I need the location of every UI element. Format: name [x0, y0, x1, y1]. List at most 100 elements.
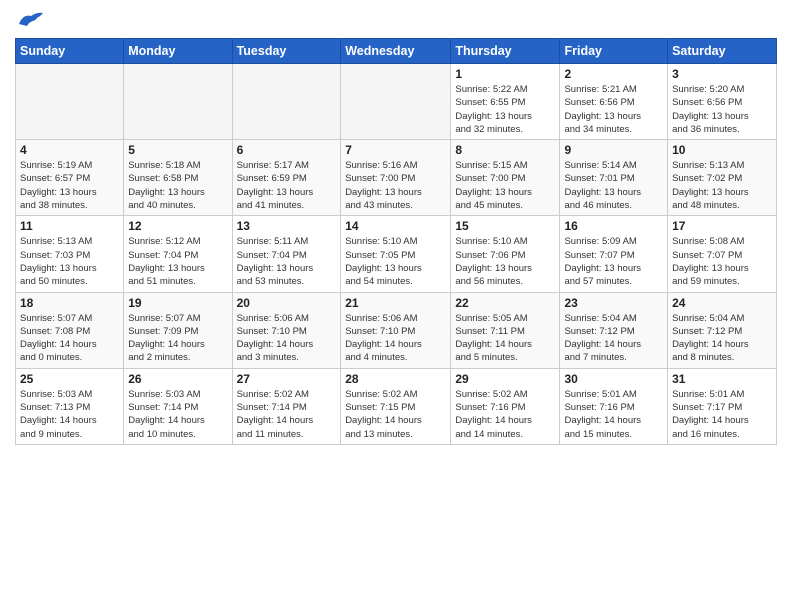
calendar-cell: [124, 64, 232, 140]
calendar-cell: 1 Sunrise: 5:22 AM Sunset: 6:55 PM Daylig…: [451, 64, 560, 140]
calendar-cell: 13 Sunrise: 5:11 AM Sunset: 7:04 PM Dayli…: [232, 216, 341, 292]
day-info: Sunrise: 5:02 AM Sunset: 7:16 PM Dayligh…: [455, 388, 555, 441]
calendar-cell: 16Sunrise: 5:09 AM Sunset: 7:07 PM Dayli…: [560, 216, 668, 292]
calendar-table: SundayMondayTuesdayWednesdayThursdayFrid…: [15, 38, 777, 445]
day-number: 13: [237, 219, 337, 233]
calendar-cell: 29 Sunrise: 5:02 AM Sunset: 7:16 PM Dayli…: [451, 368, 560, 444]
calendar-cell: 24 Sunrise: 5:04 AM Sunset: 7:12 PM Dayli…: [668, 292, 777, 368]
day-number: 19: [128, 296, 227, 310]
day-info: Sunrise: 5:12 AM Sunset: 7:04 PM Dayligh…: [128, 235, 227, 288]
day-number: 11: [20, 219, 119, 233]
day-number: 2: [564, 67, 663, 81]
day-info: Sunrise: 5:05 AM Sunset: 7:11 PM Dayligh…: [455, 312, 555, 365]
day-number: 18: [20, 296, 119, 310]
day-number: 30: [564, 372, 663, 386]
day-number: 23: [564, 296, 663, 310]
calendar-week-row: 25 Sunrise: 5:03 AM Sunset: 7:13 PM Dayli…: [16, 368, 777, 444]
column-header-friday: Friday: [560, 39, 668, 64]
day-info: Sunrise: 5:08 AM Sunset: 7:07 PM Dayligh…: [672, 235, 772, 288]
day-info: Sunrise: 5:01 AM Sunset: 7:17 PM Dayligh…: [672, 388, 772, 441]
day-info: Sunrise: 5:02 AM Sunset: 7:15 PM Dayligh…: [345, 388, 446, 441]
calendar-cell: 14 Sunrise: 5:10 AM Sunset: 7:05 PM Dayli…: [341, 216, 451, 292]
calendar-cell: 5 Sunrise: 5:18 AM Sunset: 6:58 PM Daylig…: [124, 140, 232, 216]
day-number: 7: [345, 143, 446, 157]
calendar-cell: 2 Sunrise: 5:21 AM Sunset: 6:56 PM Daylig…: [560, 64, 668, 140]
calendar-cell: 8Sunrise: 5:15 AM Sunset: 7:00 PM Daylig…: [451, 140, 560, 216]
day-number: 26: [128, 372, 227, 386]
calendar-cell: 21 Sunrise: 5:06 AM Sunset: 7:10 PM Dayli…: [341, 292, 451, 368]
day-number: 22: [455, 296, 555, 310]
calendar-cell: 30 Sunrise: 5:01 AM Sunset: 7:16 PM Dayli…: [560, 368, 668, 444]
day-info: Sunrise: 5:13 AM Sunset: 7:02 PM Dayligh…: [672, 159, 772, 212]
day-number: 8: [455, 143, 555, 157]
day-info: Sunrise: 5:21 AM Sunset: 6:56 PM Dayligh…: [564, 83, 663, 136]
day-number: 31: [672, 372, 772, 386]
day-number: 21: [345, 296, 446, 310]
calendar-cell: [341, 64, 451, 140]
day-info: Sunrise: 5:06 AM Sunset: 7:10 PM Dayligh…: [237, 312, 337, 365]
day-info: Sunrise: 5:11 AM Sunset: 7:04 PM Dayligh…: [237, 235, 337, 288]
day-number: 4: [20, 143, 119, 157]
day-info: Sunrise: 5:18 AM Sunset: 6:58 PM Dayligh…: [128, 159, 227, 212]
day-number: 24: [672, 296, 772, 310]
day-number: 14: [345, 219, 446, 233]
logo-icon: [15, 10, 43, 32]
day-info: Sunrise: 5:22 AM Sunset: 6:55 PM Dayligh…: [455, 83, 555, 136]
calendar-cell: [232, 64, 341, 140]
day-number: 25: [20, 372, 119, 386]
day-number: 15: [455, 219, 555, 233]
day-info: Sunrise: 5:10 AM Sunset: 7:05 PM Dayligh…: [345, 235, 446, 288]
day-info: Sunrise: 5:20 AM Sunset: 6:56 PM Dayligh…: [672, 83, 772, 136]
column-header-monday: Monday: [124, 39, 232, 64]
calendar-week-row: 4 Sunrise: 5:19 AM Sunset: 6:57 PM Daylig…: [16, 140, 777, 216]
day-info: Sunrise: 5:10 AM Sunset: 7:06 PM Dayligh…: [455, 235, 555, 288]
column-header-thursday: Thursday: [451, 39, 560, 64]
calendar-cell: 9 Sunrise: 5:14 AM Sunset: 7:01 PM Daylig…: [560, 140, 668, 216]
day-info: Sunrise: 5:07 AM Sunset: 7:09 PM Dayligh…: [128, 312, 227, 365]
calendar-cell: 27 Sunrise: 5:02 AM Sunset: 7:14 PM Dayli…: [232, 368, 341, 444]
calendar-week-row: 18 Sunrise: 5:07 AM Sunset: 7:08 PM Dayli…: [16, 292, 777, 368]
day-number: 6: [237, 143, 337, 157]
calendar-cell: 31 Sunrise: 5:01 AM Sunset: 7:17 PM Dayli…: [668, 368, 777, 444]
calendar-cell: 10 Sunrise: 5:13 AM Sunset: 7:02 PM Dayli…: [668, 140, 777, 216]
day-number: 9: [564, 143, 663, 157]
column-header-sunday: Sunday: [16, 39, 124, 64]
calendar-cell: 7Sunrise: 5:16 AM Sunset: 7:00 PM Daylig…: [341, 140, 451, 216]
day-info: Sunrise: 5:07 AM Sunset: 7:08 PM Dayligh…: [20, 312, 119, 365]
day-info: Sunrise: 5:13 AM Sunset: 7:03 PM Dayligh…: [20, 235, 119, 288]
column-header-wednesday: Wednesday: [341, 39, 451, 64]
calendar-cell: 4 Sunrise: 5:19 AM Sunset: 6:57 PM Daylig…: [16, 140, 124, 216]
calendar-cell: 6Sunrise: 5:17 AM Sunset: 6:59 PM Daylig…: [232, 140, 341, 216]
day-number: 12: [128, 219, 227, 233]
day-info: Sunrise: 5:02 AM Sunset: 7:14 PM Dayligh…: [237, 388, 337, 441]
calendar-cell: [16, 64, 124, 140]
day-info: Sunrise: 5:09 AM Sunset: 7:07 PM Dayligh…: [564, 235, 663, 288]
calendar-cell: 28 Sunrise: 5:02 AM Sunset: 7:15 PM Dayli…: [341, 368, 451, 444]
day-number: 20: [237, 296, 337, 310]
day-info: Sunrise: 5:03 AM Sunset: 7:13 PM Dayligh…: [20, 388, 119, 441]
calendar-week-row: 11 Sunrise: 5:13 AM Sunset: 7:03 PM Dayli…: [16, 216, 777, 292]
calendar-cell: 15 Sunrise: 5:10 AM Sunset: 7:06 PM Dayli…: [451, 216, 560, 292]
calendar-cell: 12 Sunrise: 5:12 AM Sunset: 7:04 PM Dayli…: [124, 216, 232, 292]
day-info: Sunrise: 5:04 AM Sunset: 7:12 PM Dayligh…: [672, 312, 772, 365]
day-number: 28: [345, 372, 446, 386]
day-number: 1: [455, 67, 555, 81]
day-info: Sunrise: 5:01 AM Sunset: 7:16 PM Dayligh…: [564, 388, 663, 441]
calendar-cell: 17Sunrise: 5:08 AM Sunset: 7:07 PM Dayli…: [668, 216, 777, 292]
day-info: Sunrise: 5:19 AM Sunset: 6:57 PM Dayligh…: [20, 159, 119, 212]
day-info: Sunrise: 5:04 AM Sunset: 7:12 PM Dayligh…: [564, 312, 663, 365]
day-number: 29: [455, 372, 555, 386]
day-number: 3: [672, 67, 772, 81]
day-number: 27: [237, 372, 337, 386]
calendar-cell: 26Sunrise: 5:03 AM Sunset: 7:14 PM Dayli…: [124, 368, 232, 444]
page-header: [15, 10, 777, 32]
day-info: Sunrise: 5:06 AM Sunset: 7:10 PM Dayligh…: [345, 312, 446, 365]
calendar-header-row: SundayMondayTuesdayWednesdayThursdayFrid…: [16, 39, 777, 64]
calendar-cell: 23 Sunrise: 5:04 AM Sunset: 7:12 PM Dayli…: [560, 292, 668, 368]
day-info: Sunrise: 5:14 AM Sunset: 7:01 PM Dayligh…: [564, 159, 663, 212]
calendar-cell: 3 Sunrise: 5:20 AM Sunset: 6:56 PM Daylig…: [668, 64, 777, 140]
calendar-cell: 18 Sunrise: 5:07 AM Sunset: 7:08 PM Dayli…: [16, 292, 124, 368]
day-number: 10: [672, 143, 772, 157]
day-number: 5: [128, 143, 227, 157]
calendar-cell: 22 Sunrise: 5:05 AM Sunset: 7:11 PM Dayli…: [451, 292, 560, 368]
